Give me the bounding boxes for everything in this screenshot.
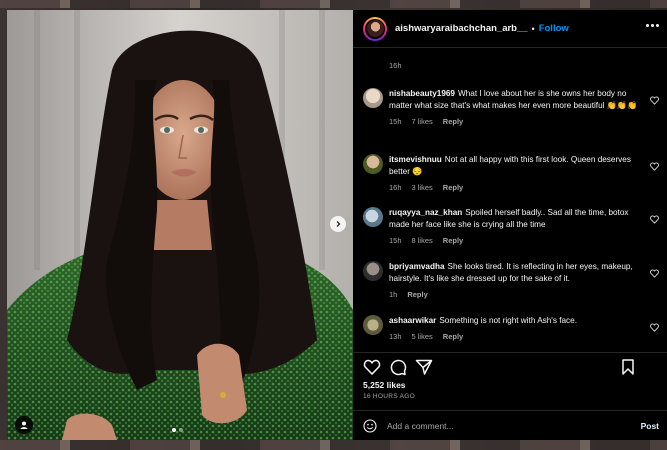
post-photo — [7, 10, 353, 440]
share-icon[interactable] — [415, 358, 433, 376]
follow-button[interactable]: Follow — [539, 23, 569, 34]
comment-likes[interactable]: 7 likes — [412, 116, 433, 128]
chevron-right-icon — [336, 221, 341, 227]
post-stats: 5,252 likes 16 HOURS AGO — [353, 378, 667, 410]
comment-likes[interactable]: 5 likes — [412, 331, 433, 343]
comment-time: 13h — [389, 332, 402, 341]
post-timestamp: 16 HOURS AGO — [363, 393, 416, 400]
post-header: aishwaryaraibachchan_arb__ • Follow — [353, 10, 667, 48]
comment-time: 16h — [389, 183, 402, 192]
post-modal: aishwaryaraibachchan_arb__ • Follow 16h … — [7, 10, 667, 440]
backdrop-grid-top — [0, 0, 667, 8]
backdrop-grid-bottom — [0, 440, 667, 450]
commenter-username[interactable]: ruqayya_naz_khan — [389, 208, 462, 217]
commenter-avatar[interactable] — [363, 88, 383, 108]
carousel-dot — [172, 428, 176, 432]
comment-likes[interactable]: 8 likes — [412, 235, 433, 247]
commenter-avatar[interactable] — [363, 154, 383, 174]
reply-button[interactable]: Reply — [443, 235, 463, 247]
comment-icon[interactable] — [389, 358, 407, 376]
commenter-username[interactable]: nishabeauty1969 — [389, 89, 455, 98]
portrait-image — [7, 10, 353, 440]
caption-time: 16h — [389, 61, 402, 70]
comment-time: 15h — [389, 236, 402, 245]
comment-likes[interactable]: 3 likes — [412, 182, 433, 194]
add-comment-row: Post — [353, 410, 667, 440]
commenter-avatar[interactable] — [363, 207, 383, 227]
comment-text: Something is not right with Ash's face. — [439, 316, 577, 325]
post-comment-button[interactable]: Post — [641, 421, 659, 431]
commenter-username[interactable]: bpriyamvadha — [389, 262, 445, 271]
heart-icon[interactable] — [650, 269, 659, 278]
carousel-dot — [179, 428, 183, 432]
reply-button[interactable]: Reply — [407, 289, 427, 301]
reply-button[interactable]: Reply — [443, 331, 463, 343]
more-icon[interactable] — [646, 24, 659, 27]
commenter-avatar[interactable] — [363, 315, 383, 335]
person-tag-icon — [20, 421, 28, 429]
author-username[interactable]: aishwaryaraibachchan_arb__ — [395, 23, 528, 34]
post-actions-bar — [353, 352, 667, 378]
comment-input[interactable] — [387, 420, 641, 431]
bookmark-icon[interactable] — [619, 358, 637, 376]
commenter-username[interactable]: ashaarwikar — [389, 316, 436, 325]
post-side-panel: aishwaryaraibachchan_arb__ • Follow 16h … — [353, 10, 667, 440]
commenter-avatar[interactable] — [363, 261, 383, 281]
emoji-icon[interactable] — [363, 418, 377, 433]
reply-button[interactable]: Reply — [443, 116, 463, 128]
comments-list: 16h nishabeauty1969 What I love about her… — [353, 48, 667, 352]
next-photo-button[interactable] — [330, 216, 346, 232]
carousel-indicator — [172, 428, 183, 432]
heart-icon[interactable] — [650, 162, 659, 171]
author-avatar[interactable] — [363, 16, 387, 41]
tagged-people-button[interactable] — [15, 416, 33, 434]
reply-button[interactable]: Reply — [443, 182, 463, 194]
heart-icon[interactable] — [650, 96, 659, 105]
likes-count[interactable]: 5,252 likes — [363, 380, 406, 390]
heart-icon[interactable] — [650, 215, 659, 224]
comment-time: 1h — [389, 290, 398, 299]
commenter-username[interactable]: itsmevishnuu — [389, 155, 442, 164]
heart-icon[interactable] — [650, 323, 659, 332]
header-separator: • — [531, 23, 535, 34]
comment-time: 15h — [389, 117, 402, 126]
heart-icon[interactable] — [363, 358, 381, 376]
